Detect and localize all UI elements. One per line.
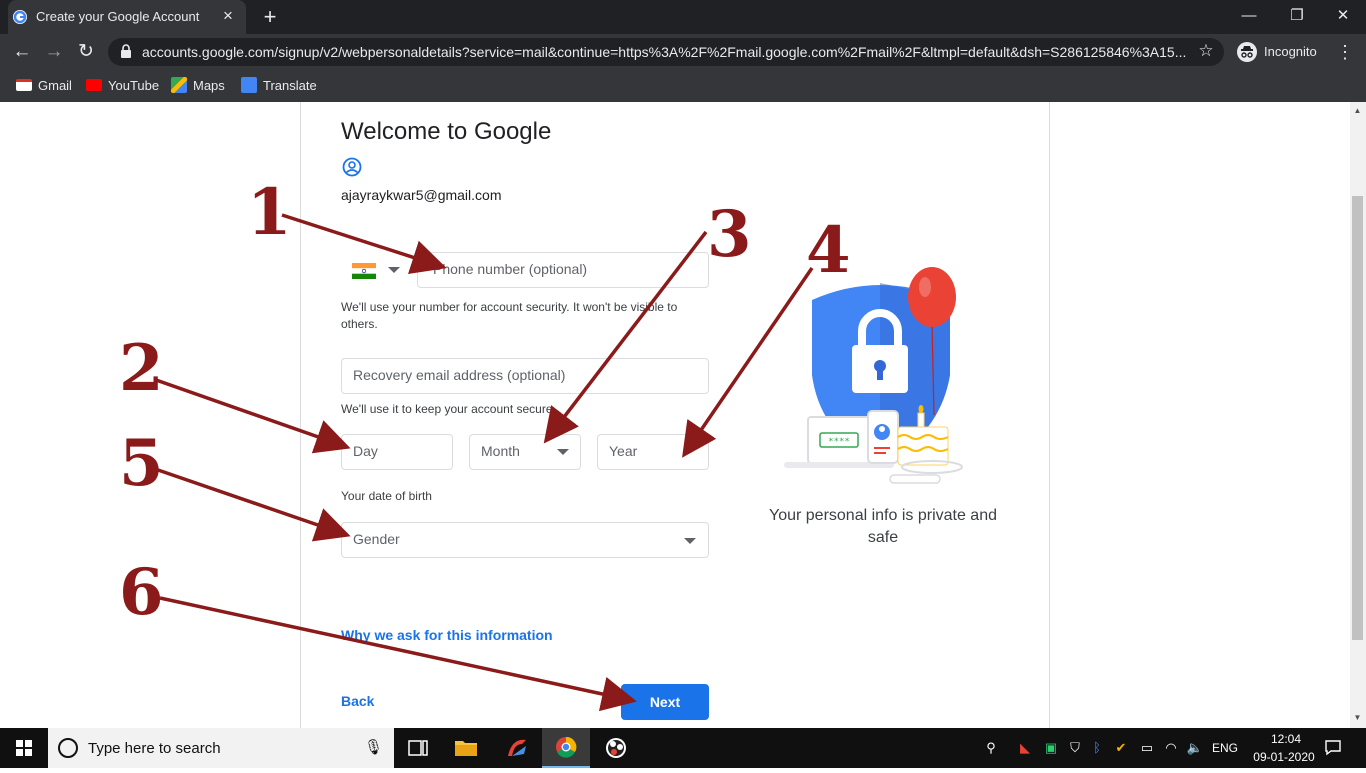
- minimize-icon[interactable]: —: [1234, 6, 1264, 26]
- people-icon[interactable]: ⚲: [982, 738, 1000, 758]
- scroll-down-icon[interactable]: ▼: [1352, 713, 1363, 723]
- notification-center-icon[interactable]: [1324, 738, 1342, 756]
- annotation-number-1: 1: [247, 175, 292, 250]
- ccleaner-icon[interactable]: [492, 728, 540, 768]
- bookmark-label: Translate: [263, 77, 317, 93]
- language-indicator[interactable]: ENG: [1212, 741, 1238, 755]
- next-button[interactable]: Next: [621, 684, 709, 720]
- bookmark-label: Gmail: [38, 77, 72, 93]
- restore-icon[interactable]: ❐: [1282, 6, 1312, 26]
- reload-icon[interactable]: ↻: [74, 40, 98, 64]
- norton-tray-icon[interactable]: ✔: [1112, 738, 1130, 758]
- forward-arrow-icon[interactable]: →: [42, 40, 66, 64]
- file-explorer-icon[interactable]: [442, 728, 490, 768]
- chrome-taskbar-icon[interactable]: [542, 728, 590, 768]
- annotation-number-6: 6: [119, 555, 164, 630]
- clock-date[interactable]: 09-01-2020: [1248, 750, 1320, 764]
- taskbar-search-placeholder: Type here to search: [88, 740, 221, 757]
- password-card-text: ****: [828, 437, 850, 447]
- account-circle-icon: [342, 157, 362, 177]
- recovery-help-text: We'll use it to keep your account secure: [341, 402, 553, 416]
- bookmark-maps[interactable]: Maps: [171, 74, 225, 96]
- battery-icon[interactable]: ▭: [1138, 738, 1156, 758]
- year-placeholder: Year: [609, 443, 638, 459]
- bookmark-translate[interactable]: Translate: [241, 74, 317, 96]
- annotation-number-5: 5: [119, 426, 164, 501]
- bookmark-label: Maps: [193, 77, 225, 93]
- scroll-up-icon[interactable]: ▲: [1352, 106, 1363, 116]
- recovery-email-placeholder: Recovery email address (optional): [353, 367, 566, 383]
- country-dropdown-icon[interactable]: [388, 267, 400, 273]
- windows-start-button[interactable]: [0, 728, 48, 768]
- microphone-icon[interactable]: 🎙: [364, 738, 383, 758]
- privacy-illustration: ****: [780, 265, 980, 490]
- month-dropdown-icon[interactable]: [557, 449, 569, 455]
- dob-help-text: Your date of birth: [341, 489, 432, 503]
- search-icon: [58, 738, 78, 758]
- volume-icon[interactable]: 🔈: [1186, 738, 1204, 758]
- bookmark-label: YouTube: [108, 77, 160, 93]
- defender-shield-icon[interactable]: ⛉: [1066, 738, 1084, 758]
- task-view-icon[interactable]: [394, 728, 442, 768]
- clock-time[interactable]: 12:04: [1262, 732, 1310, 746]
- annotation-overlay: 1 2 3 4 5 6: [119, 175, 851, 712]
- card-border-left: [300, 102, 301, 728]
- gender-dropdown-icon[interactable]: [684, 538, 696, 544]
- arrow-2: [155, 378, 351, 454]
- page-title: Welcome to Google: [341, 118, 552, 145]
- annotation-number-2: 2: [119, 331, 164, 406]
- back-arrow-icon[interactable]: ←: [10, 40, 34, 64]
- phone-number-placeholder: Phone number (optional): [433, 261, 588, 277]
- arrow-5: [157, 468, 351, 542]
- new-tab-icon[interactable]: +: [258, 6, 282, 28]
- lock-icon[interactable]: [120, 44, 132, 58]
- month-placeholder: Month: [481, 443, 520, 459]
- day-placeholder: Day: [353, 443, 378, 459]
- card-border-right: [1049, 102, 1050, 728]
- bluetooth-icon[interactable]: ᛒ: [1090, 738, 1104, 758]
- tab-close-icon[interactable]: ×: [218, 6, 238, 26]
- privacy-caption: Your personal info is private and safe: [769, 507, 997, 546]
- google-favicon-icon: [13, 10, 27, 24]
- url-text[interactable]: accounts.google.com/signup/v2/webpersona…: [142, 44, 1187, 60]
- phone-help-text: We'll use your number for account securi…: [341, 300, 678, 331]
- incognito-label: Incognito: [1264, 44, 1317, 59]
- youtube-icon: [86, 79, 102, 91]
- account-email: ajayraykwar5@gmail.com: [341, 187, 502, 203]
- bookmark-star-icon[interactable]: ☆: [1196, 41, 1216, 61]
- tab-title: Create your Google Account: [36, 9, 200, 24]
- incognito-icon: [1237, 42, 1257, 62]
- green-app-tray-icon[interactable]: ▣: [1042, 738, 1060, 758]
- gender-placeholder: Gender: [353, 531, 400, 547]
- gmail-icon: [16, 79, 32, 91]
- annotation-number-3: 3: [707, 197, 752, 272]
- translate-icon: [241, 77, 257, 93]
- why-we-ask-link[interactable]: Why we ask for this information: [341, 627, 553, 643]
- close-window-icon[interactable]: ✕: [1328, 6, 1358, 26]
- india-flag-icon[interactable]: [352, 263, 376, 279]
- wifi-icon[interactable]: ◠: [1162, 738, 1180, 758]
- scrollbar-thumb[interactable]: [1352, 196, 1363, 640]
- back-button[interactable]: Back: [341, 693, 374, 709]
- maps-icon: [171, 77, 187, 93]
- menu-dots-icon[interactable]: ⋮: [1336, 40, 1354, 64]
- bookmark-gmail[interactable]: Gmail: [16, 74, 72, 96]
- ccleaner-tray-icon[interactable]: ◣: [1016, 738, 1034, 758]
- obs-studio-icon[interactable]: [592, 728, 640, 768]
- arrow-6: [159, 596, 637, 712]
- bookmark-youtube[interactable]: YouTube: [86, 74, 159, 96]
